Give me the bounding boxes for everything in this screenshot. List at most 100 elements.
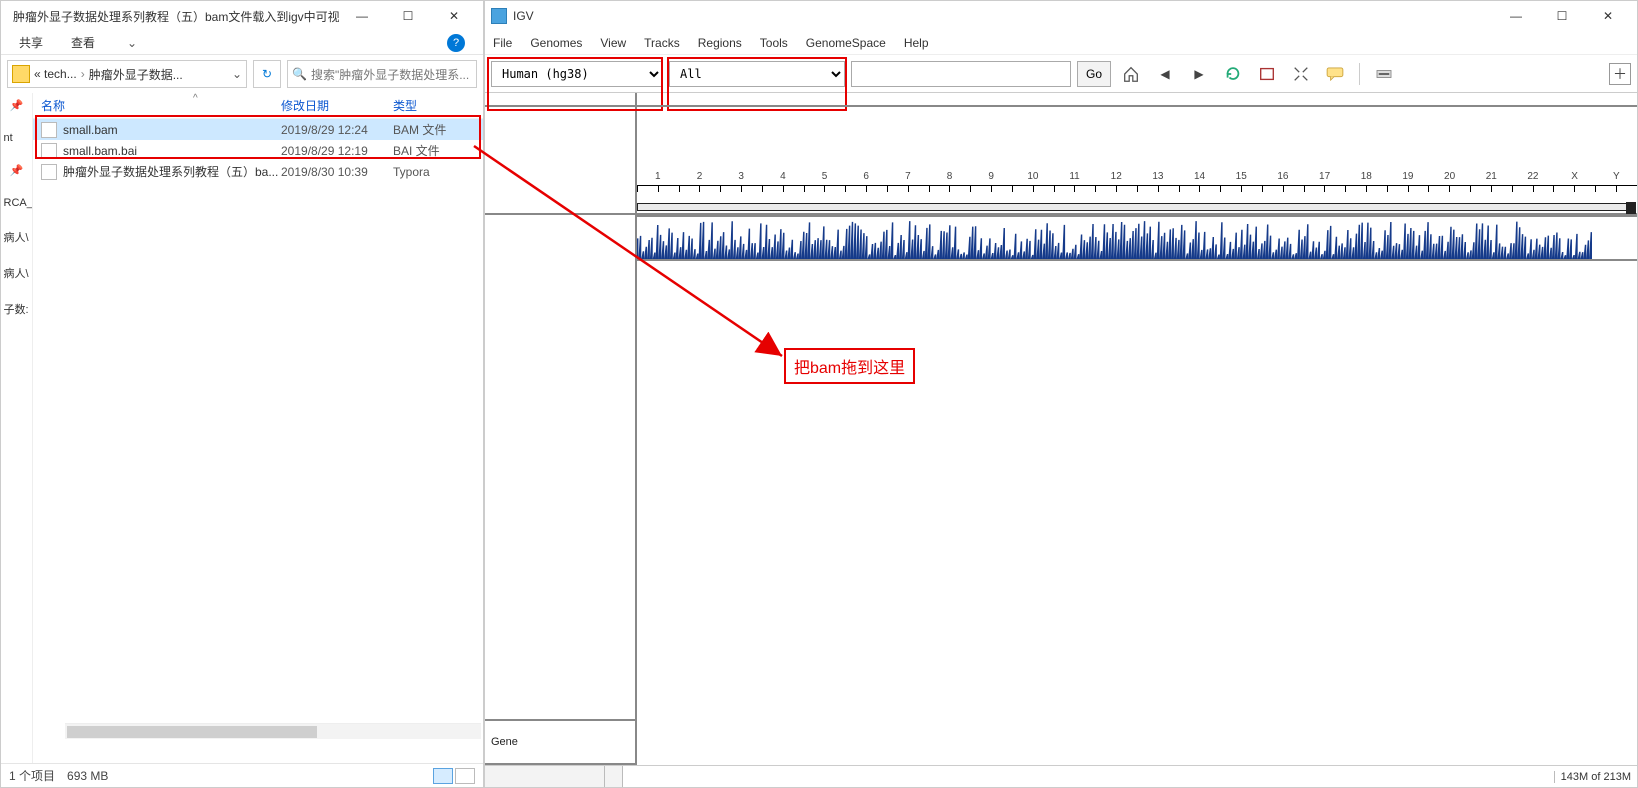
igv-toolbar: Human (hg38) All Go ◀ ▶ ＋ — [485, 55, 1637, 93]
folder-icon — [12, 65, 30, 83]
igv-title: IGV — [513, 9, 1493, 23]
minimize-button[interactable]: — — [339, 2, 385, 30]
quick-item[interactable]: 病人\ — [2, 265, 32, 281]
igv-menubar: File Genomes View Tracks Regions Tools G… — [485, 31, 1637, 55]
search-input[interactable]: 🔍 搜索"肿瘤外显子数据处理系... — [287, 60, 477, 88]
menu-file[interactable]: File — [493, 36, 512, 50]
menu-view[interactable]: View — [600, 36, 626, 50]
col-header-name[interactable]: 名称 — [41, 97, 281, 114]
breadcrumb-sep-icon: › — [81, 67, 85, 81]
explorer-titlebar[interactable]: 肿瘤外显子数据处理系列教程（五）bam文件载入到igv中可视化 — ☐ ✕ — [1, 1, 483, 31]
ideogram[interactable] — [637, 203, 1635, 211]
nav-forward-button[interactable]: ▶ — [1185, 61, 1213, 87]
track-plot-column[interactable]: 12345678910111213141516171819202122XY — [637, 93, 1637, 765]
minimize-button[interactable]: — — [1493, 2, 1539, 30]
ribbon-view[interactable]: 查看 — [71, 34, 95, 51]
gene-track[interactable] — [637, 217, 1637, 261]
file-icon — [41, 143, 57, 159]
go-button[interactable]: Go — [1077, 61, 1111, 87]
file-row[interactable]: small.bam 2019/8/29 12:24 BAM 文件 — [33, 119, 483, 140]
file-date: 2019/8/29 12:19 — [281, 144, 393, 158]
gene-density-plot — [637, 217, 1592, 259]
home-button[interactable] — [1117, 61, 1145, 87]
file-date: 2019/8/30 10:39 — [281, 165, 393, 179]
file-name: small.bam — [63, 123, 118, 137]
track-thin — [637, 93, 1637, 107]
file-name: 肿瘤外显子数据处理系列教程（五）ba... — [63, 163, 278, 180]
toolbar-sep — [1359, 63, 1360, 85]
menu-tracks[interactable]: Tracks — [644, 36, 680, 50]
refresh-tracks-button[interactable] — [1219, 61, 1247, 87]
menu-regions[interactable]: Regions — [698, 36, 742, 50]
menu-help[interactable]: Help — [904, 36, 929, 50]
igv-window: IGV — ☐ ✕ File Genomes View Tracks Regio… — [484, 0, 1638, 788]
file-icon — [41, 122, 57, 138]
quick-item[interactable]: 病人\ — [2, 229, 32, 245]
refresh-button[interactable]: ↻ — [253, 60, 281, 88]
ribbon-expand-icon[interactable]: ⌄ — [127, 36, 137, 50]
layout-switcher — [433, 768, 475, 784]
genome-select[interactable]: Human (hg38) — [491, 61, 663, 87]
igv-logo-icon — [491, 8, 507, 24]
add-track-button[interactable]: ＋ — [1609, 63, 1631, 85]
search-placeholder: 搜索"肿瘤外显子数据处理系... — [311, 66, 469, 83]
file-type: BAM 文件 — [393, 121, 475, 138]
col-header-date[interactable]: 修改日期 — [281, 97, 393, 114]
status-item-count: 1 个项目 — [9, 767, 55, 784]
chromosome-ticks — [637, 185, 1637, 197]
close-button[interactable]: ✕ — [431, 2, 477, 30]
horizontal-scrollbar[interactable] — [65, 723, 481, 739]
file-type: BAI 文件 — [393, 142, 475, 159]
nav-back-button[interactable]: ◀ — [1151, 61, 1179, 87]
close-button[interactable]: ✕ — [1585, 2, 1631, 30]
comment-button[interactable] — [1321, 61, 1349, 87]
explorer-statusbar: 1 个项目 693 MB — [1, 763, 483, 787]
help-icon[interactable]: ? — [447, 34, 465, 52]
maximize-button[interactable]: ☐ — [385, 2, 431, 30]
pin-icon: 📌 — [10, 99, 24, 112]
menu-genomes[interactable]: Genomes — [530, 36, 582, 50]
file-date: 2019/8/29 12:24 — [281, 123, 393, 137]
igv-statusbar: 143M of 213M — [485, 765, 1637, 787]
quick-item[interactable]: 子数: — [2, 301, 32, 317]
breadcrumb-dropdown-icon[interactable]: ⌄ — [232, 67, 242, 81]
file-row[interactable]: small.bam.bai 2019/8/29 12:19 BAI 文件 — [33, 140, 483, 161]
column-headers[interactable]: 名称 修改日期 类型 ^ — [33, 93, 483, 119]
explorer-navrow: « tech... › 肿瘤外显子数据... ⌄ ↻ 🔍 搜索"肿瘤外显子数据处… — [1, 55, 483, 93]
quick-item[interactable]: nt — [2, 132, 32, 144]
track-label-thin — [485, 93, 635, 107]
ideogram-endcap — [1626, 202, 1636, 214]
file-list: 名称 修改日期 类型 ^ small.bam 2019/8/29 12:24 B… — [33, 93, 483, 763]
region-tool-button[interactable] — [1253, 61, 1281, 87]
igv-titlebar[interactable]: IGV — ☐ ✕ — [485, 1, 1637, 31]
maximize-button[interactable]: ☐ — [1539, 2, 1585, 30]
memory-indicator: 143M of 213M — [1554, 771, 1637, 783]
gene-track-label: Gene — [485, 721, 635, 765]
breadcrumb-part2[interactable]: 肿瘤外显子数据... — [89, 66, 183, 83]
col-header-type[interactable]: 类型 — [393, 97, 475, 114]
track-label-column: Gene — [485, 93, 637, 765]
locus-input[interactable] — [851, 61, 1071, 87]
file-name: small.bam.bai — [63, 144, 137, 158]
chromosome-select[interactable]: All — [669, 61, 845, 87]
details-view-button[interactable] — [433, 768, 453, 784]
file-icon — [41, 164, 57, 180]
menu-tools[interactable]: Tools — [760, 36, 788, 50]
file-row[interactable]: 肿瘤外显子数据处理系列教程（五）ba... 2019/8/30 10:39 Ty… — [33, 161, 483, 182]
ribbon-share[interactable]: 共享 — [19, 34, 43, 51]
icons-view-button[interactable] — [455, 768, 475, 784]
ruler-track[interactable]: 12345678910111213141516171819202122XY — [637, 107, 1637, 215]
sort-indicator-icon: ^ — [193, 93, 198, 104]
igv-tracks: Gene 12345678910111213141516171819202122… — [485, 93, 1637, 765]
search-icon: 🔍 — [292, 67, 307, 81]
quick-item[interactable]: RCA_ — [2, 197, 32, 209]
menu-genomespace[interactable]: GenomeSpace — [806, 36, 886, 50]
explorer-title: 肿瘤外显子数据处理系列教程（五）bam文件载入到igv中可视化 — [7, 8, 339, 25]
remove-track-button[interactable] — [1370, 61, 1398, 87]
file-explorer-window: 肿瘤外显子数据处理系列教程（五）bam文件载入到igv中可视化 — ☐ ✕ 共享… — [0, 0, 484, 788]
breadcrumb-part1[interactable]: « tech... — [34, 67, 77, 81]
breadcrumb[interactable]: « tech... › 肿瘤外显子数据... ⌄ — [7, 60, 247, 88]
status-size: 693 MB — [67, 769, 108, 783]
scroll-thumb[interactable] — [67, 726, 317, 738]
fit-tool-button[interactable] — [1287, 61, 1315, 87]
